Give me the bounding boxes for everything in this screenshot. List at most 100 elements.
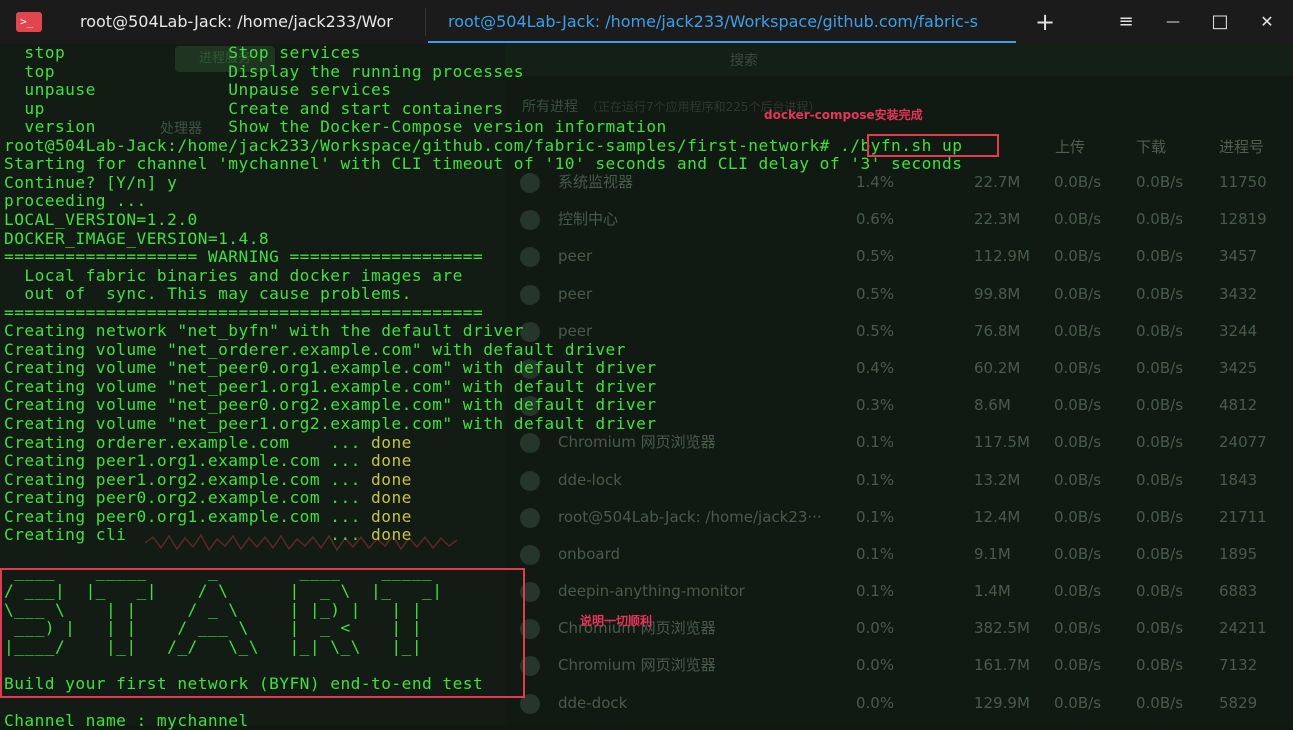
terminal-line: LOCAL_VERSION=1.2.0	[4, 210, 198, 229]
bg-process-down: 0.0B/s	[1136, 507, 1184, 526]
title-bar: >_ root@504Lab-Jack: /home/jack233/Wor r…	[0, 0, 1293, 44]
process-icon	[520, 433, 540, 454]
bg-process-up: 0.0B/s	[1054, 470, 1102, 489]
bg-process-pid: 21711	[1219, 507, 1267, 526]
terminal-line: Creating peer0.org2.example.com ... done	[4, 489, 412, 507]
process-icon	[520, 247, 540, 268]
terminal-line-text: DOCKER_IMAGE_VERSION=1.4.8	[4, 228, 270, 248]
terminal-line: proceeding ...	[4, 192, 147, 210]
bg-col-upload: 上传	[1055, 138, 1086, 156]
bg-col-download: 下载	[1136, 138, 1167, 156]
bg-process-row: Chromium 网页浏览器 0.0% 161.7M 0.0B/s 0.0B/s 7132	[510, 647, 1293, 684]
bg-process-pid: 11750	[1219, 173, 1267, 191]
terminal-line: Creating volume "net_peer0.org1.example.…	[4, 359, 657, 377]
bg-process-cpu: 0.1%	[856, 470, 895, 489]
bg-process-mem: 1.4M	[974, 582, 1011, 601]
process-icon	[520, 470, 540, 491]
bg-process-mem: 22.3M	[974, 210, 1021, 229]
bg-process-cpu: 0.5%	[856, 247, 895, 266]
terminal-line-text: out of sync. This may cause problems.	[4, 284, 412, 304]
bg-process-down: 0.0B/s	[1136, 247, 1184, 266]
bg-process-cpu: 0.4%	[856, 358, 895, 377]
bg-process-down: 0.0B/s	[1136, 358, 1184, 377]
bg-process-pid: 24077	[1219, 433, 1267, 452]
menu-icon[interactable]: ≡	[1106, 0, 1146, 44]
bg-process-name: deepin-anything-monitor	[558, 582, 745, 601]
process-icon	[520, 507, 540, 528]
bg-process-mem: 60.2M	[974, 358, 1021, 377]
bg-process-name: root@504Lab-Jack: /home/jack23···	[558, 507, 822, 526]
bg-process-row: peer 0.5% 112.9M 0.0B/s 0.0B/s 3457	[510, 238, 1293, 275]
terminal-line-text: Creating volume "net_peer1.org2.example.…	[4, 414, 657, 433]
terminal-line-text: =================== WARNING ============…	[4, 247, 484, 267]
bg-process-cpu: 0.3%	[856, 396, 895, 415]
bg-process-row: onboard 0.1% 9.1M 0.0B/s 0.0B/s 1895	[510, 536, 1293, 573]
bg-process-mem: 382.5M	[974, 619, 1030, 638]
status-done: done	[371, 451, 412, 471]
bg-process-down: 0.0B/s	[1136, 210, 1184, 229]
terminal-line-text: Creating volume "net_orderer.example.com…	[4, 339, 626, 359]
maximize-button[interactable]: □	[1200, 0, 1240, 44]
bg-process-up: 0.0B/s	[1054, 210, 1102, 229]
bg-process-cpu: 0.0%	[856, 693, 895, 712]
terminal-line-text: up Create and start containers	[4, 98, 504, 118]
new-tab-button[interactable]: +	[1025, 0, 1065, 44]
terminal-line: root@504Lab-Jack:/home/jack233/Workspace…	[4, 136, 962, 155]
bg-process-name: onboard	[558, 544, 620, 563]
bg-process-down: 0.0B/s	[1136, 470, 1184, 489]
bg-process-cpu: 0.1%	[856, 582, 895, 601]
terminal-line-text: Creating peer1.org1.example.com ...	[4, 451, 372, 471]
bg-process-pid: 3425	[1219, 358, 1258, 377]
bg-process-pid: 1843	[1219, 470, 1258, 489]
terminal-line: ========================================…	[4, 303, 483, 322]
tab-terminal-1[interactable]: root@504Lab-Jack: /home/jack233/Wor	[80, 0, 410, 42]
close-button[interactable]: ✕	[1247, 0, 1287, 44]
bg-process-cpu: 0.6%	[856, 210, 895, 229]
terminal-line: Creating network "net_byfn" with the def…	[4, 322, 524, 340]
bg-process-mem: 76.8M	[974, 321, 1021, 340]
terminal-app-icon: >_	[16, 12, 42, 32]
bg-process-name: dde-dock	[558, 693, 628, 712]
terminal-line-text: unpause Unpause services	[4, 80, 392, 100]
bg-process-pid: 5829	[1219, 693, 1258, 712]
terminal-line: Creating volume "net_peer1.org1.example.…	[4, 377, 657, 396]
process-icon	[520, 210, 540, 231]
compose-installed-note: docker-compose安装完成	[764, 108, 923, 122]
process-icon	[520, 173, 540, 193]
bg-process-up: 0.0B/s	[1054, 284, 1102, 303]
status-done: done	[371, 525, 412, 545]
bg-process-pid: 24211	[1219, 619, 1267, 638]
bg-process-mem: 161.7M	[974, 656, 1030, 675]
status-done: done	[371, 432, 412, 452]
bg-process-pid: 3432	[1219, 284, 1258, 303]
success-note: 说明一切顺利	[580, 614, 653, 628]
start-banner-highlight-box	[0, 568, 525, 698]
bg-process-up: 0.0B/s	[1054, 396, 1102, 415]
bg-process-up: 0.0B/s	[1054, 582, 1102, 601]
bg-process-name: peer	[558, 247, 593, 266]
terminal-line: unpause Unpause services	[4, 81, 391, 99]
terminal-line: version Show the Docker-Compose version …	[4, 118, 667, 136]
bg-search-field: 搜索	[730, 53, 758, 69]
terminal-line: Creating peer1.org2.example.com ... done	[4, 469, 412, 489]
terminal-line: DOCKER_IMAGE_VERSION=1.4.8	[4, 228, 270, 248]
terminal-line: Creating volume "net_orderer.example.com…	[4, 339, 626, 359]
terminal-line-text: Creating peer1.org2.example.com ...	[4, 469, 372, 489]
bg-process-pid: 3457	[1219, 247, 1258, 266]
bg-process-up: 0.0B/s	[1054, 693, 1102, 712]
terminal-line-text: Creating peer0.org1.example.com ...	[4, 506, 372, 526]
process-icon	[520, 544, 540, 565]
terminal-line: stop Stop services	[4, 44, 361, 62]
bg-process-cpu: 0.5%	[856, 321, 895, 340]
tab-terminal-2-active[interactable]: root@504Lab-Jack: /home/jack233/Workspac…	[428, 0, 1016, 42]
active-tab-indicator	[428, 41, 1016, 43]
terminal-line-text: Creating cli ...	[4, 525, 372, 545]
terminal-line-text: Creating orderer.example.com ...	[4, 432, 372, 452]
terminal-line-text: Creating network "net_byfn" with the def…	[4, 321, 524, 341]
bg-process-up: 0.0B/s	[1054, 544, 1102, 563]
minimize-button[interactable]: —	[1153, 0, 1193, 44]
bg-process-name: peer	[558, 284, 593, 303]
bg-process-cpu: 0.5%	[856, 284, 895, 303]
bg-process-up: 0.0B/s	[1054, 433, 1102, 452]
bg-process-mem: 112.9M	[974, 247, 1030, 266]
